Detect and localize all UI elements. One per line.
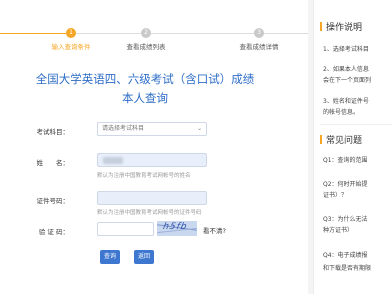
ops-section-title: 操作说明 [320, 20, 362, 33]
title-line-2: 本人查询 [122, 91, 168, 105]
faq-item-q2[interactable]: Q2：何时开始提 [323, 179, 368, 188]
id-label: 证件号码： [36, 197, 70, 205]
back-button[interactable]: 返回 [134, 250, 154, 264]
ops-item: 会在下一个页面列 [323, 77, 372, 84]
faq-section-title: 常见问题 [320, 133, 362, 146]
captcha-text: h5fb [161, 222, 189, 232]
captcha-image[interactable]: h5fb [157, 221, 197, 236]
step-3-dot: 3 [254, 28, 264, 38]
faq-item-q4[interactable]: Q4：电子成绩报 [323, 250, 368, 259]
query-main-panel: 1 2 3 输入查询条件 查看成绩列表 查看成绩详情 全国大学英语四、六级考试（… [0, 0, 308, 294]
chevron-down-icon: ⌄ [196, 125, 202, 132]
faq-title-text: 常见问题 [326, 136, 363, 146]
step-line-1 [0, 33, 66, 34]
step-2-label: 查看成绩列表 [126, 43, 166, 51]
step-3-label: 查看成绩详情 [239, 43, 279, 51]
step-line-2 [76, 33, 141, 34]
name-field[interactable] [97, 153, 207, 167]
subject-label: 考试科目： [36, 128, 70, 136]
captcha-label: 验 证 码： [38, 228, 69, 236]
section-separator [320, 124, 392, 125]
subject-select[interactable]: 请选择考试科目 ⌄ [97, 122, 207, 136]
step-line-3 [151, 33, 254, 34]
faq-item-q4-cont[interactable]: 和下载是否有期限 [323, 263, 371, 272]
redacted-name [103, 157, 123, 164]
step-1-dot: 1 [66, 28, 76, 38]
name-hint: 默认为注册中国教育考试网帐号的姓名 [97, 173, 191, 179]
captcha-input[interactable] [97, 222, 154, 236]
title-line-1: 全国大学英语四、六级考试（含口试）成绩 [35, 72, 255, 86]
refresh-captcha-link[interactable]: 看不清? [203, 225, 226, 235]
progress-steps: 1 2 3 输入查询条件 查看成绩列表 查看成绩详情 [0, 28, 308, 52]
faq-item-q1[interactable]: Q1：查询的范围 [323, 155, 368, 164]
section-marker-icon [320, 135, 322, 144]
name-label: 姓 名： [36, 159, 70, 167]
help-sidebar: 操作说明 1、选择考试科目 2、如果本人信息 会在下一个页面列 3、姓名和证件号… [313, 0, 392, 294]
ops-item: 2、如果本人信息 [323, 66, 369, 73]
step-line-4 [264, 33, 308, 34]
ops-item: 3、姓名和证件号 [323, 98, 369, 105]
page-title: 全国大学英语四、六级考试（含口试）成绩 本人查询 [0, 70, 290, 108]
faq-item-q3[interactable]: Q3：为什么无法 [323, 214, 368, 223]
ops-item: 的帐号信息。 [323, 109, 360, 116]
step-2-dot: 2 [141, 28, 151, 38]
id-hint: 默认为注册中国教育考试网帐号的证件号码 [97, 210, 202, 216]
id-number-field[interactable] [97, 191, 207, 205]
ops-item: 1、选择考试科目 [323, 46, 369, 53]
subject-placeholder: 请选择考试科目 [102, 125, 145, 132]
faq-item-q2-cont[interactable]: 证书）？ [323, 190, 347, 199]
section-marker-icon [320, 22, 322, 31]
step-1-label: 输入查询条件 [51, 43, 91, 51]
faq-item-q3-cont[interactable]: 种方证书） [323, 225, 353, 234]
query-button[interactable]: 查询 [100, 250, 120, 264]
ops-title-text: 操作说明 [326, 23, 363, 33]
